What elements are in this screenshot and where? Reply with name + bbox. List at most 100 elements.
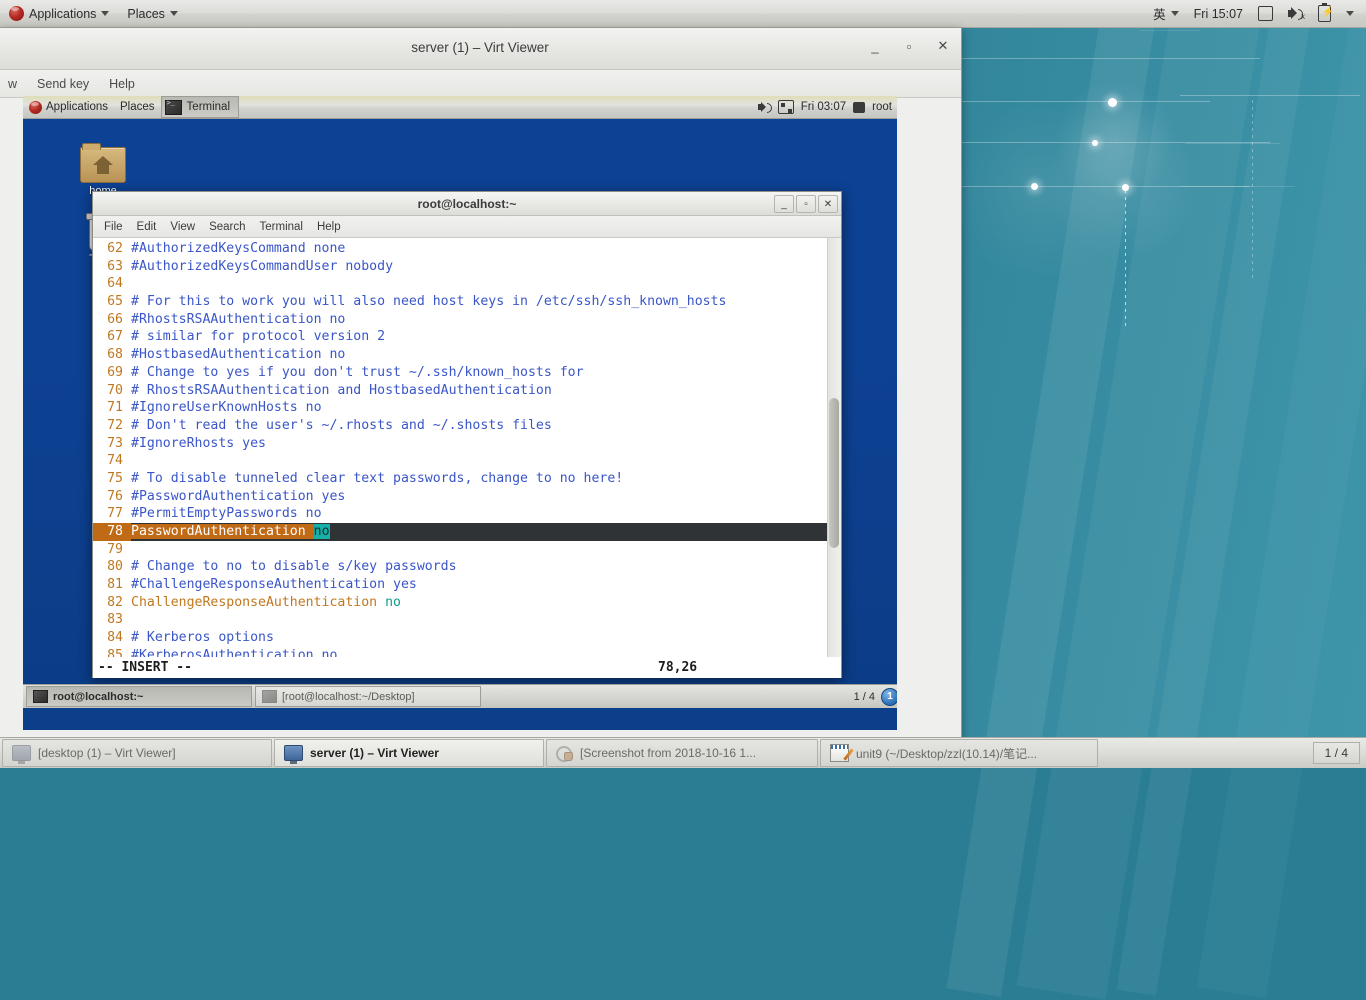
scrollbar-thumb[interactable] <box>829 398 839 548</box>
applications-menu[interactable]: Applications <box>0 1 118 26</box>
vm-guest-screen[interactable]: Applications Places Terminal Fri 03:07 r… <box>23 96 897 730</box>
vim-line[interactable]: 67 # similar for protocol version 2 <box>93 328 841 346</box>
maximize-button[interactable]: ▫ <box>899 39 919 54</box>
vim-line[interactable]: 65 # For this to work you will also need … <box>93 293 841 311</box>
host-workspace-switcher[interactable]: 1 / 4 <box>1312 742 1360 764</box>
vim-line-number: 81 <box>107 577 123 593</box>
vim-line[interactable]: 63 #AuthorizedKeysCommandUser nobody <box>93 258 841 276</box>
terminal-window[interactable]: root@localhost:~ _ ▫ ✕ File Edit View Se… <box>92 191 842 678</box>
vm-taskbar-item-terminal[interactable]: root@localhost:~ <box>26 686 252 707</box>
vim-line[interactable]: 70 # RhostsRSAAuthentication and Hostbase… <box>93 382 841 400</box>
vim-token: # Change to no to disable s/key password… <box>131 559 457 575</box>
maximize-button[interactable]: ▫ <box>796 195 816 213</box>
vm-desktop-area[interactable]: home Trash root@localhost:~ _ ▫ ✕ File E… <box>23 119 897 708</box>
places-menu[interactable]: Places <box>118 1 187 26</box>
vim-line-text: ChallengeResponseAuthentication no <box>131 594 401 612</box>
vim-buffer[interactable]: 62 #AuthorizedKeysCommand none 63 #Authoriz… <box>93 238 841 665</box>
host-taskbar-item-server-virt-viewer[interactable]: server (1) – Virt Viewer <box>274 739 544 767</box>
vim-line-number: 64 <box>107 276 123 292</box>
host-clock[interactable]: Fri 15:07 <box>1188 1 1249 26</box>
vim-line[interactable]: 64 <box>93 275 841 293</box>
close-button[interactable]: ✕ <box>933 38 953 54</box>
menu-edit[interactable]: Edit <box>130 218 164 236</box>
vim-line[interactable]: 71 #IgnoreUserKnownHosts no <box>93 399 841 417</box>
virt-viewer-titlebar[interactable]: server (1) – Virt Viewer _ ▫ ✕ <box>0 28 961 70</box>
minimize-button[interactable]: _ <box>774 195 794 213</box>
volume-button[interactable]: x <box>1282 1 1309 26</box>
menu-send-key[interactable]: Send key <box>28 73 98 95</box>
vim-line[interactable]: 76 #PasswordAuthentication yes <box>93 488 841 506</box>
system-menu-button[interactable] <box>1340 1 1360 26</box>
vim-line[interactable]: 75 # To disable tunneled clear text passw… <box>93 470 841 488</box>
host-taskbar-item-desktop-virt-viewer[interactable]: [desktop (1) – Virt Viewer] <box>2 739 272 767</box>
vm-applications-menu[interactable]: Applications <box>23 97 114 117</box>
vim-line-number: 68 <box>107 347 123 363</box>
vim-line[interactable]: 73 #IgnoreRhosts yes <box>93 435 841 453</box>
virt-viewer-title: server (1) – Virt Viewer <box>411 40 549 55</box>
vim-line[interactable]: 68 #HostbasedAuthentication no <box>93 346 841 364</box>
wallpaper-line <box>1180 186 1295 187</box>
menu-view[interactable]: View <box>163 218 202 236</box>
home-folder-icon <box>80 143 126 183</box>
menu-help[interactable]: Help <box>310 218 348 236</box>
note-icon <box>830 744 854 762</box>
vim-line[interactable]: 74 <box>93 452 841 470</box>
menu-view[interactable]: w <box>0 73 26 95</box>
wallpaper-line <box>1180 95 1360 96</box>
vim-line-text: #ChallengeResponseAuthentication yes <box>131 576 417 594</box>
vim-line[interactable]: 84 # Kerberos options <box>93 629 841 647</box>
vim-line[interactable]: 81 #ChallengeResponseAuthentication yes <box>93 576 841 594</box>
vim-line[interactable]: 77 #PermitEmptyPasswords no <box>93 505 841 523</box>
minimize-button[interactable]: _ <box>865 39 885 54</box>
vim-line-number: 70 <box>107 382 123 398</box>
vim-line[interactable]: 79 <box>93 541 841 559</box>
vim-line[interactable]: 80 # Change to no to disable s/key passwo… <box>93 558 841 576</box>
vm-workspace-switcher[interactable]: 1 / 4 1 <box>853 687 897 706</box>
vm-places-menu[interactable]: Places <box>114 97 161 117</box>
vm-clock[interactable]: Fri 03:07 <box>801 101 846 113</box>
menu-terminal[interactable]: Terminal <box>253 218 310 236</box>
input-method-indicator[interactable]: 英 <box>1147 1 1185 26</box>
vm-taskbar-item-label: root@localhost:~ <box>53 690 144 703</box>
close-button[interactable]: ✕ <box>818 195 838 213</box>
network-icon[interactable] <box>777 100 794 114</box>
menu-file[interactable]: File <box>97 218 130 236</box>
applications-menu-label: Applications <box>29 6 97 21</box>
vim-line-number: 69 <box>107 364 123 380</box>
terminal-titlebar[interactable]: root@localhost:~ _ ▫ ✕ <box>93 192 841 216</box>
menu-help[interactable]: Help <box>100 73 144 95</box>
vm-workspace-badge[interactable]: 1 <box>881 687 897 706</box>
vm-window-list-terminal[interactable]: Terminal <box>160 96 240 118</box>
virt-viewer-window-buttons: _ ▫ ✕ <box>865 38 953 54</box>
vim-line[interactable]: 69 # Change to yes if you don't trust ~/.… <box>93 364 841 382</box>
vim-line[interactable]: 82 ChallengeResponseAuthentication no <box>93 594 841 612</box>
menu-search[interactable]: Search <box>202 218 252 236</box>
vm-user-label[interactable]: root <box>872 101 892 113</box>
display-settings-button[interactable] <box>1252 1 1279 26</box>
wallpaper-dot <box>1092 140 1098 146</box>
battery-button[interactable]: ⚡ <box>1312 1 1337 26</box>
vim-line[interactable]: 66 #RhostsRSAAuthentication no <box>93 311 841 329</box>
host-taskbar-item-screenshot[interactable]: [Screenshot from 2018-10-16 1... <box>546 739 818 767</box>
desktop-icon-home[interactable]: home <box>71 143 135 197</box>
vim-line-number: 80 <box>107 559 123 575</box>
vm-taskbar-item-desktop[interactable]: [root@localhost:~/Desktop] <box>255 686 481 707</box>
vim-line-text: # RhostsRSAAuthentication and HostbasedA… <box>131 382 552 400</box>
vim-token: # Don't read the user's ~/.rhosts and ~/… <box>131 417 552 433</box>
vim-line-number: 79 <box>107 541 123 557</box>
vm-top-panel: Applications Places Terminal Fri 03:07 r… <box>23 96 897 119</box>
vim-line[interactable]: 72 # Don't read the user's ~/.rhosts and … <box>93 417 841 435</box>
display-icon <box>1258 6 1273 21</box>
host-taskbar-item-unit9[interactable]: unit9 (~/Desktop/zzl(10.14)/笔记... <box>820 739 1098 767</box>
terminal-icon <box>164 99 182 115</box>
vim-line[interactable]: 78 PasswordAuthentication no <box>93 523 841 541</box>
vim-line-number: 62 <box>107 241 123 256</box>
terminal-scrollbar[interactable] <box>827 238 841 678</box>
vim-line[interactable]: 83 <box>93 611 841 629</box>
volume-icon[interactable] <box>757 101 772 113</box>
vim-line[interactable]: 62 #AuthorizedKeysCommand none <box>93 240 841 258</box>
host-taskbar-item-label: server (1) – Virt Viewer <box>310 746 439 760</box>
vim-line-number: 82 <box>107 594 123 610</box>
terminal-body[interactable]: 62 #AuthorizedKeysCommand none 63 #Authoriz… <box>93 238 841 678</box>
vm-workspace-label: 1 / 4 <box>853 690 875 703</box>
